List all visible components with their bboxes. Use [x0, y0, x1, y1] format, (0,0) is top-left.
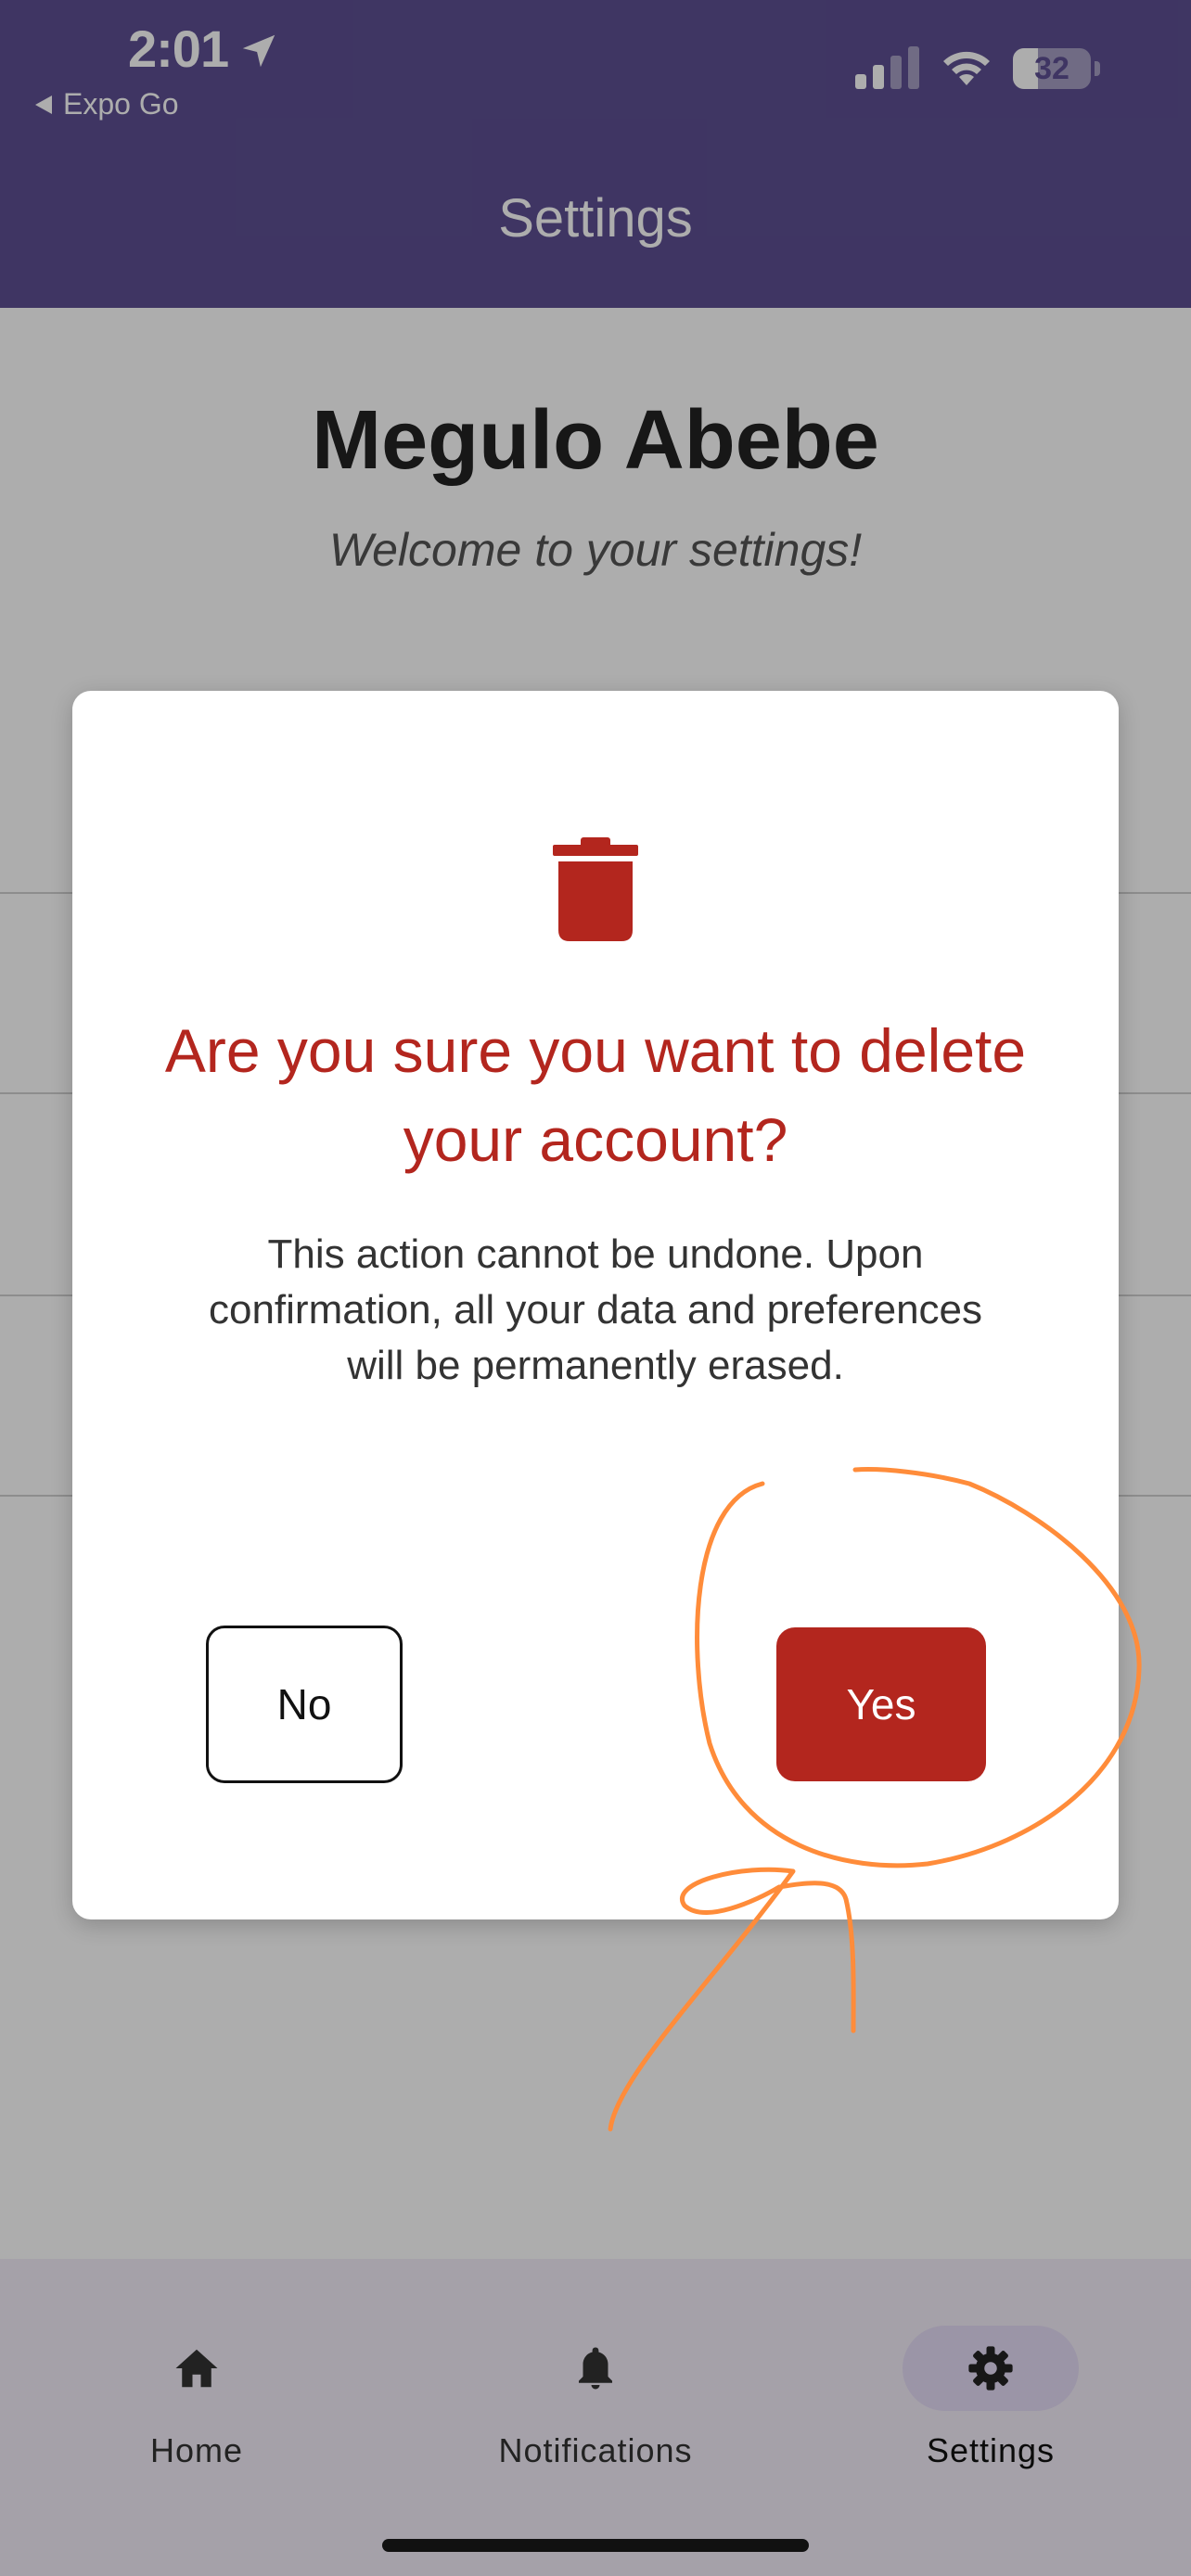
- delete-account-dialog: Are you sure you want to delete your acc…: [72, 691, 1119, 1919]
- dialog-title: Are you sure you want to delete your acc…: [164, 1016, 1027, 1174]
- dialog-message: This action cannot be undone. Upon confi…: [208, 1231, 983, 1388]
- yes-button[interactable]: Yes: [776, 1627, 986, 1781]
- no-button[interactable]: No: [206, 1626, 403, 1783]
- trash-icon: [553, 837, 638, 941]
- home-indicator: [382, 2539, 809, 2552]
- app-screen: 2:01 Expo Go 32 Settings Megulo Abebe We…: [0, 0, 1191, 2576]
